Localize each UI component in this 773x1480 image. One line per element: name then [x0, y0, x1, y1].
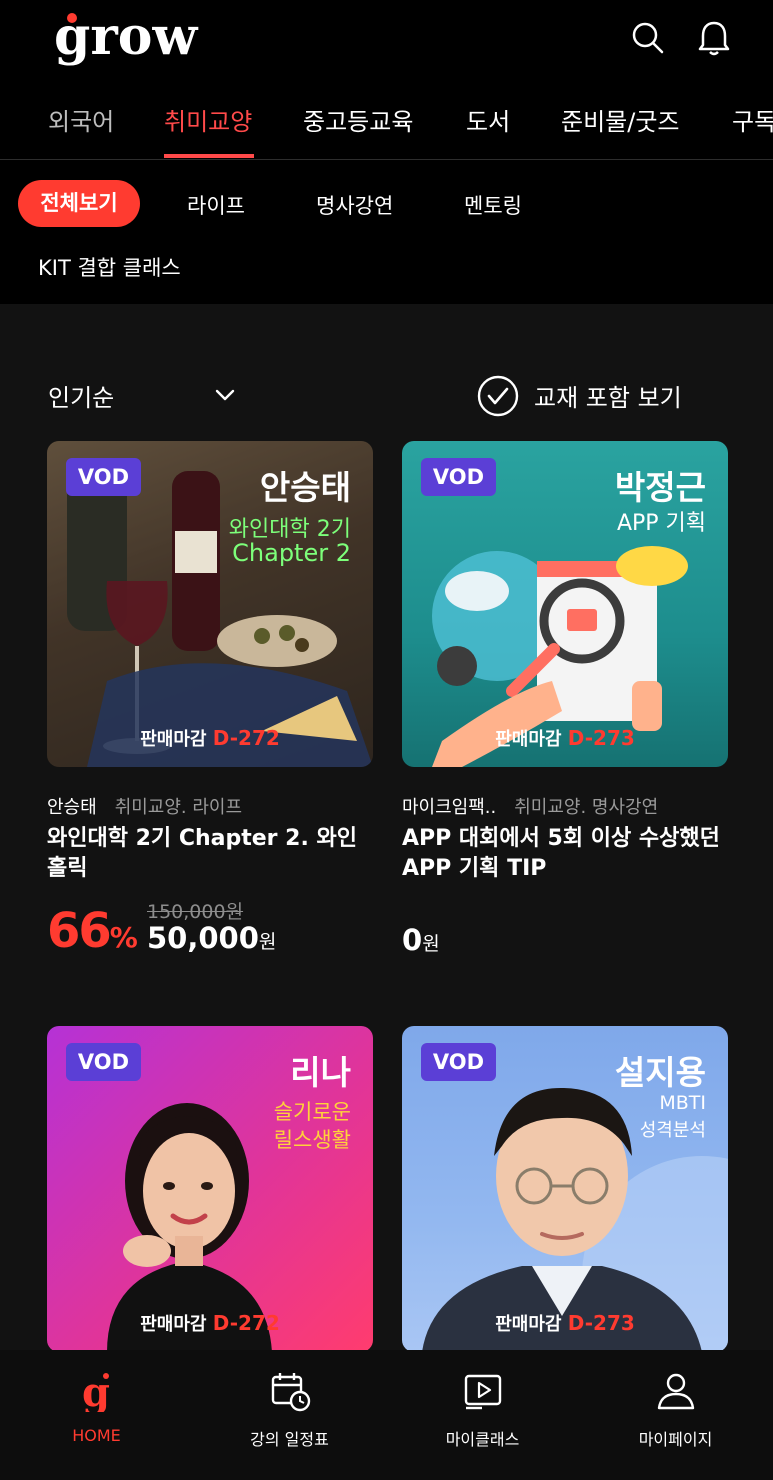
deadline-label: 판매마감 [495, 729, 562, 750]
discount-rate: 66% [47, 903, 138, 959]
calendar-icon [271, 1373, 311, 1412]
nav-my-page[interactable]: 마이페이지 [579, 1350, 772, 1480]
price-unit: 원 [422, 933, 440, 955]
thumbnail-subtitle: APP 기획 [616, 511, 706, 536]
course-meta: 마이크임팩.. 취미교양. 명사강연 [402, 793, 658, 819]
thumbnail-subtitle: 슬기로운 [273, 1100, 351, 1124]
instructor-name: 안승태 [47, 797, 97, 818]
dday-badge: D-272 [212, 1311, 280, 1335]
thumbnail-subtitle-2: 성격분석 [639, 1120, 706, 1141]
price-value: 0 [402, 923, 423, 957]
course-title[interactable]: 와인대학 2기 Chapter 2. 와인 홀릭 [47, 824, 377, 884]
nav-label: HOME [72, 1426, 121, 1445]
dday-badge: D-273 [567, 726, 635, 750]
chevron-down-icon[interactable] [212, 382, 238, 408]
course-card[interactable]: VOD 박정근 APP 기획 판매마감 D-273 마이크임팩.. 취미교양. 명… [402, 441, 728, 981]
deadline-label: 판매마감 [140, 1314, 207, 1335]
include-textbook-toggle[interactable]: 교재 포함 보기 [534, 378, 682, 413]
chip-lectures[interactable]: 명사강연 [316, 190, 393, 220]
chip-mentoring[interactable]: 멘토링 [464, 190, 522, 220]
thumbnail-instructor-name: 안승태 [259, 468, 351, 507]
deadline-label: 판매마감 [140, 729, 207, 750]
user-icon [657, 1373, 695, 1410]
nav-my-class[interactable]: 마이클래스 [386, 1350, 579, 1480]
course-thumbnail[interactable]: VOD 박정근 APP 기획 판매마감 D-273 [402, 441, 728, 767]
course-category: 취미교양. 명사강연 [514, 797, 659, 818]
tab-hobby-culture[interactable]: 취미교양 [164, 102, 252, 137]
course-card[interactable]: VOD 설지용 MBTI 성격분석 판매마감 D-273 [402, 1026, 728, 1352]
course-card[interactable]: VOD 리나 슬기로운 릴스생활 판매마감 D-272 [47, 1026, 373, 1352]
sale-price: 50,000원 [147, 921, 276, 955]
discount-unit: % [109, 921, 138, 954]
vod-badge: VOD [66, 1043, 141, 1081]
sort-dropdown[interactable]: 인기순 [48, 378, 114, 413]
course-category: 취미교양. 라이프 [114, 797, 243, 818]
sale-deadline: 판매마감 D-272 [47, 725, 373, 751]
nav-label: 마이클래스 [445, 1430, 520, 1449]
discount-value: 66 [47, 903, 112, 959]
thumbnail-instructor-name: 리나 [290, 1053, 351, 1092]
instructor-name: 마이크임팩.. [402, 797, 497, 818]
sale-deadline: 판매마감 D-272 [47, 1310, 373, 1336]
tab-subscription[interactable]: 구독 [732, 102, 773, 137]
chip-kit-class[interactable]: KIT 결합 클래스 [38, 252, 181, 282]
sale-price: 0원 [402, 923, 440, 957]
tab-supplies-goods[interactable]: 준비물/굿즈 [561, 102, 680, 137]
chip-life[interactable]: 라이프 [187, 190, 245, 220]
course-card[interactable]: VOD 안승태 와인대학 2기 Chapter 2 판매마감 D-272 안승태… [47, 441, 373, 981]
thumbnail-subtitle-2: Chapter 2 [232, 539, 351, 567]
course-thumbnail[interactable]: VOD 안승태 와인대학 2기 Chapter 2 판매마감 D-272 [47, 441, 373, 767]
play-icon [464, 1374, 502, 1410]
vod-badge: VOD [421, 458, 496, 496]
price-unit: 원 [258, 931, 277, 953]
course-meta: 안승태 취미교양. 라이프 [47, 793, 242, 819]
price-value: 50,000 [147, 921, 259, 955]
search-icon[interactable] [628, 18, 668, 58]
course-title[interactable]: APP 대회에서 5회 이상 수상했던 APP 기획 TIP [402, 824, 732, 884]
active-tab-indicator [164, 154, 254, 158]
thumbnail-instructor-name: 박정근 [614, 468, 706, 507]
top-header: grow 외국어 취미교양 중고등교육 도서 준비물/굿즈 구독 전체보기 라이… [0, 0, 773, 304]
nav-label: 강의 일정표 [250, 1430, 329, 1449]
nav-home[interactable]: g HOME [0, 1350, 193, 1480]
vod-badge: VOD [421, 1043, 496, 1081]
vod-badge: VOD [66, 458, 141, 496]
dday-badge: D-273 [567, 1311, 635, 1335]
thumbnail-subtitle: MBTI [659, 1092, 706, 1114]
bottom-navigation: g HOME 강의 일정표 마이클래스 마이페이지 [0, 1350, 773, 1480]
dday-badge: D-272 [212, 726, 280, 750]
nav-label: 마이페이지 [638, 1430, 713, 1449]
sort-bar: 인기순 교재 포함 보기 [0, 362, 773, 432]
thumbnail-instructor-name: 설지용 [614, 1053, 706, 1092]
tab-books[interactable]: 도서 [466, 102, 510, 137]
category-tabs: 외국어 취미교양 중고등교육 도서 준비물/굿즈 구독 [0, 96, 773, 160]
sale-deadline: 판매마감 D-273 [402, 1310, 728, 1336]
tab-foreign-language[interactable]: 외국어 [48, 102, 114, 137]
bell-icon[interactable] [694, 18, 734, 58]
grow-logo[interactable]: grow [52, 6, 202, 68]
chip-view-all[interactable]: 전체보기 [18, 180, 140, 227]
original-price: 150,000원 [147, 901, 244, 923]
tab-secondary-education[interactable]: 중고등교육 [303, 102, 413, 137]
course-thumbnail[interactable]: VOD 리나 슬기로운 릴스생활 판매마감 D-272 [47, 1026, 373, 1352]
check-circle-icon[interactable] [476, 374, 520, 418]
thumbnail-subtitle-2: 릴스생활 [273, 1128, 351, 1152]
course-thumbnail[interactable]: VOD 설지용 MBTI 성격분석 판매마감 D-273 [402, 1026, 728, 1352]
home-g-icon: g [82, 1370, 110, 1412]
nav-schedule[interactable]: 강의 일정표 [193, 1350, 386, 1480]
deadline-label: 판매마감 [495, 1314, 562, 1335]
sale-deadline: 판매마감 D-273 [402, 725, 728, 751]
